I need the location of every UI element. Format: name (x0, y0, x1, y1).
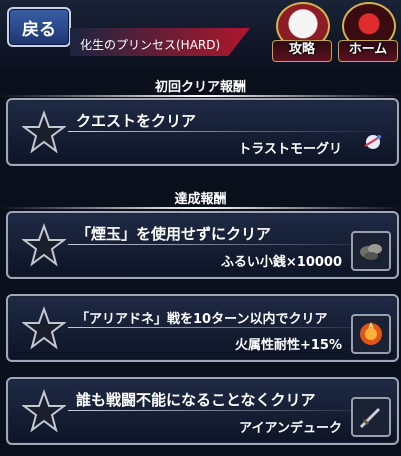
moogle-icon (364, 135, 382, 149)
achievement-card: 「アリアドネ」戦を10ターン以内でクリア 火属性耐性+15% (6, 294, 399, 362)
guide-label: 攻略 (272, 40, 332, 62)
star-icon (22, 306, 66, 350)
home-label: ホーム (338, 40, 398, 62)
reward-icon-box (351, 314, 391, 354)
achievement-header: 達成報酬 (174, 192, 227, 207)
reward-name: 火属性耐性+15% (234, 338, 342, 353)
sword-icon (359, 407, 381, 429)
bottom-strip (0, 446, 401, 456)
star-icon (22, 223, 66, 267)
back-button[interactable]: 戻る (7, 7, 71, 47)
header-divider (0, 95, 401, 97)
star-icon (22, 389, 66, 433)
coins-icon (360, 244, 382, 260)
header-divider (0, 207, 401, 209)
achievement-card: 「煙玉」を使用せずにクリア ふるい小銭×10000 (6, 211, 399, 279)
reward-name: トラストモーグリ (238, 142, 342, 157)
quest-condition: 「煙玉」を使用せずにクリア (76, 225, 272, 243)
guide-button[interactable]: 攻略 (272, 2, 332, 62)
reward-icon-box (351, 231, 391, 271)
reward-name: アイアンデューク (239, 421, 342, 436)
achievement-card: 誰も戦闘不能になることなくクリア アイアンデューク (6, 377, 399, 445)
quest-condition: 「アリアドネ」戦を10ターン以内でクリア (76, 312, 328, 327)
star-icon (22, 110, 66, 154)
home-button[interactable]: ホーム (338, 2, 398, 62)
reward-name: ふるい小銭×10000 (220, 255, 342, 270)
fire-icon (360, 322, 382, 345)
quest-condition: 誰も戦闘不能になることなくクリア (76, 391, 316, 409)
quest-title: 化生のプリンセス(HARD) (80, 38, 221, 52)
reward-icon-box (351, 397, 391, 437)
first-clear-header: 初回クリア報酬 (154, 80, 246, 95)
quest-condition: クエストをクリア (76, 112, 197, 130)
first-clear-card: クエストをクリア トラストモーグリ (6, 98, 399, 166)
card-divider (68, 327, 388, 328)
card-divider (68, 131, 388, 132)
card-divider (68, 410, 388, 411)
card-divider (68, 244, 388, 245)
